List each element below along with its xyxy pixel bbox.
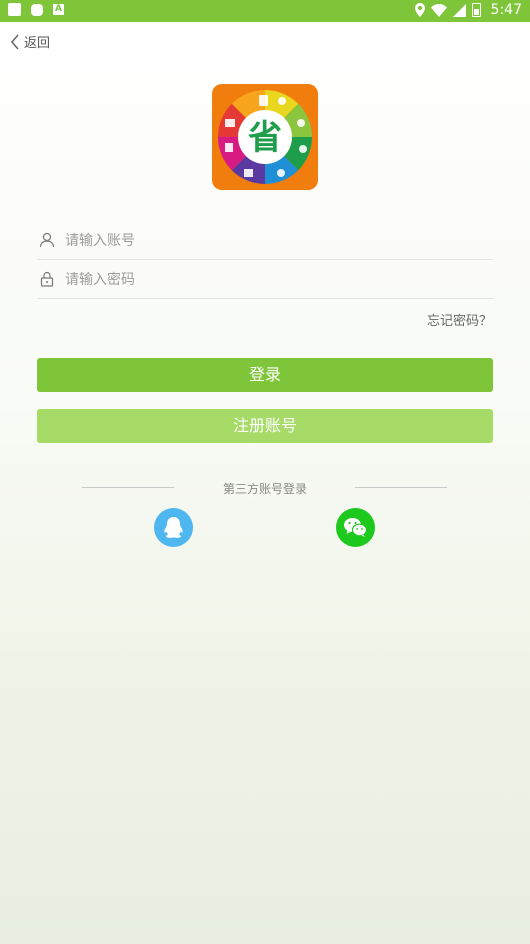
divider-right — [355, 487, 447, 488]
wifi-icon — [430, 3, 447, 17]
register-button[interactable]: 注册账号 — [37, 409, 493, 443]
notification-app-icon — [31, 3, 43, 16]
qq-login-button[interactable] — [154, 508, 193, 547]
wechat-icon — [344, 518, 368, 537]
back-button[interactable]: 返回 — [10, 32, 50, 51]
notification-icons: A — [8, 3, 64, 16]
location-icon — [414, 3, 425, 17]
qq-icon — [164, 517, 183, 538]
status-bar: A 5:47 — [0, 0, 530, 22]
logo-character: 省 — [248, 118, 282, 158]
password-input[interactable] — [63, 266, 487, 294]
password-field — [37, 260, 493, 299]
account-field — [37, 221, 493, 260]
top-bar: 返回 — [0, 22, 530, 62]
lock-icon — [40, 271, 54, 287]
login-button[interactable]: 登录 — [37, 358, 493, 392]
notification-a-icon: A — [53, 4, 64, 15]
forgot-password-link[interactable]: 忘记密码？ — [427, 310, 492, 329]
account-input[interactable] — [63, 227, 487, 255]
chevron-left-icon — [11, 34, 19, 49]
user-icon — [39, 232, 55, 248]
back-label: 返回 — [24, 36, 51, 51]
battery-icon — [471, 3, 481, 17]
wechat-login-button[interactable] — [336, 508, 375, 547]
signal-icon — [452, 3, 466, 17]
app-logo: 省 — [212, 84, 318, 190]
third-party-label: 第三方账号登录 — [222, 482, 307, 496]
notification-square-icon — [8, 3, 21, 16]
logo-wheel-icon: 省 — [218, 90, 312, 184]
status-time: 5:47 — [490, 2, 522, 18]
system-icons: 5:47 — [414, 2, 522, 18]
